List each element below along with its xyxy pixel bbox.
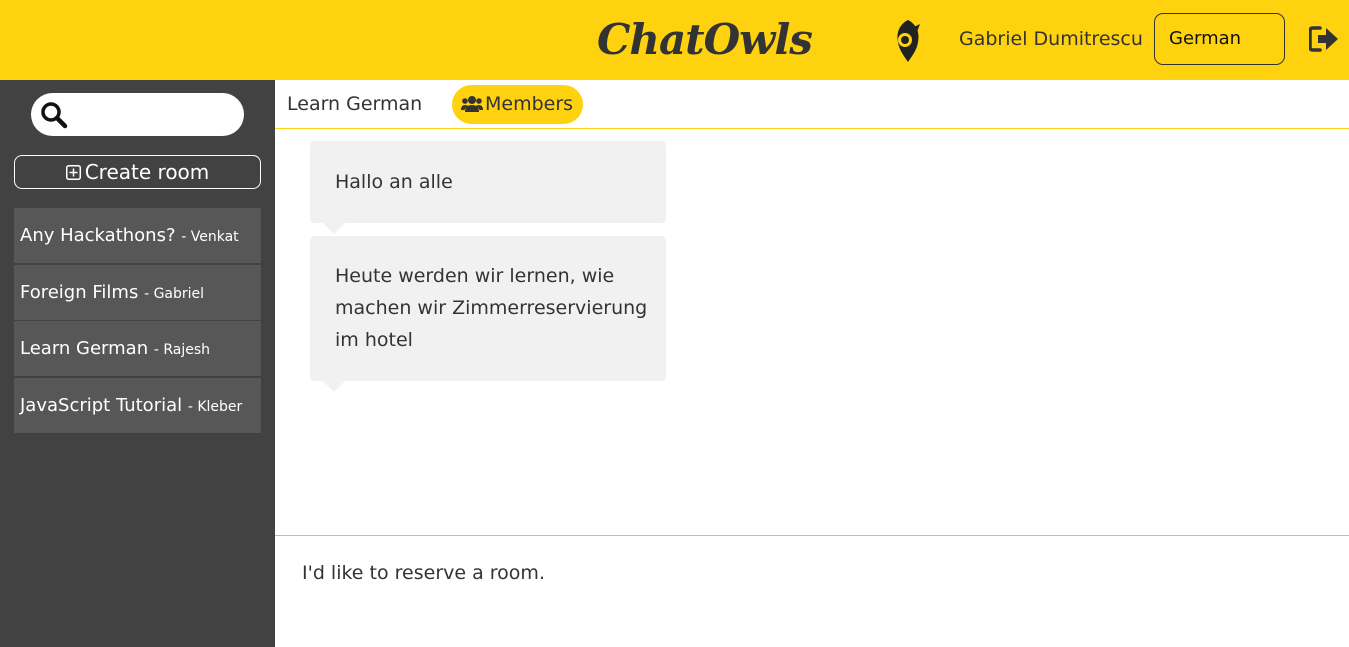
owl-avatar-icon[interactable] bbox=[890, 18, 926, 64]
app-header: ChatOwls Gabriel Dumitrescu German bbox=[0, 0, 1349, 80]
message-bubble: Hallo an alle bbox=[310, 141, 666, 234]
message-area[interactable]: Hallo an alle Heute werden wir lernen, w… bbox=[275, 129, 1349, 535]
message-composer: I'd like to reserve a room. bbox=[275, 535, 1349, 647]
room-owner: - Kleber bbox=[187, 398, 243, 415]
room-owner: - Venkat bbox=[181, 229, 239, 245]
search-box[interactable] bbox=[31, 93, 244, 136]
room-name: JavaScript Tutorial bbox=[20, 394, 183, 416]
room-title: Learn German bbox=[287, 93, 423, 115]
members-button[interactable]: Members bbox=[452, 85, 583, 124]
users-icon bbox=[461, 96, 483, 112]
message-text: Hallo an alle bbox=[335, 171, 453, 193]
plus-square-icon bbox=[65, 165, 81, 180]
create-room-button[interactable]: Create room bbox=[14, 155, 261, 189]
app-logo[interactable]: ChatOwls bbox=[597, 10, 813, 70]
search-icon[interactable] bbox=[40, 101, 68, 129]
message-bubble: Heute werden wir lernen, wie machen wir … bbox=[310, 236, 666, 392]
sidebar: Create room Any Hackathons? - Venkat For… bbox=[0, 80, 275, 647]
message-text: Heute werden wir lernen, wie machen wir … bbox=[335, 265, 648, 351]
search-input[interactable] bbox=[75, 99, 235, 130]
room-owner: - Rajesh bbox=[153, 342, 211, 358]
language-select[interactable]: German bbox=[1154, 13, 1285, 65]
members-label: Members bbox=[485, 93, 574, 115]
room-item-javascript-tutorial[interactable]: JavaScript Tutorial - Kleber bbox=[14, 377, 261, 433]
room-name: Foreign Films bbox=[20, 281, 139, 303]
room-item-learn-german[interactable]: Learn German - Rajesh bbox=[14, 321, 261, 376]
room-name: Learn German bbox=[20, 338, 149, 359]
create-room-label: Create room bbox=[84, 160, 210, 184]
username-label[interactable]: Gabriel Dumitrescu bbox=[959, 26, 1143, 52]
room-item-any-hackathons[interactable]: Any Hackathons? - Venkat bbox=[14, 208, 261, 263]
message-input[interactable]: I'd like to reserve a room. bbox=[302, 558, 1302, 588]
room-owner: - Gabriel bbox=[144, 285, 205, 302]
logout-icon[interactable] bbox=[1309, 25, 1339, 53]
room-list: Any Hackathons? - Venkat Foreign Films -… bbox=[14, 208, 261, 434]
room-header: Learn German Members bbox=[275, 80, 1349, 129]
room-item-foreign-films[interactable]: Foreign Films - Gabriel bbox=[14, 264, 261, 320]
room-name: Any Hackathons? bbox=[20, 225, 176, 246]
